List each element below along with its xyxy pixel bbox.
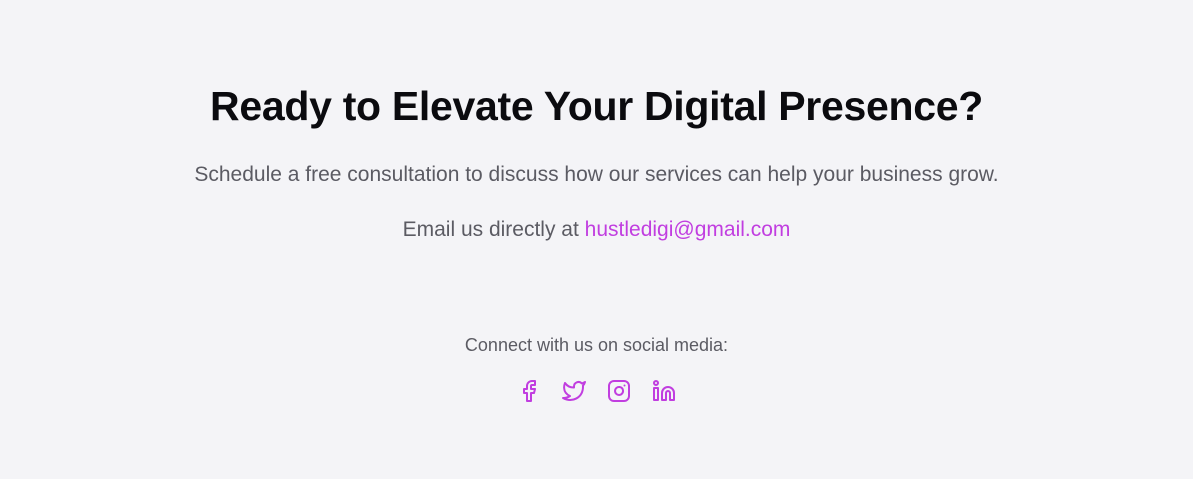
facebook-icon[interactable] [517,379,541,403]
twitter-icon[interactable] [562,379,586,403]
cta-subtitle: Schedule a free consultation to discuss … [194,163,999,186]
social-links [0,379,1193,403]
linkedin-icon[interactable] [652,379,676,403]
email-link[interactable]: hustledigi@gmail.com [585,218,791,241]
social-label: Connect with us on social media: [464,335,729,355]
email-line: Email us directly at hustledigi@gmail.co… [0,216,1193,244]
cta-title: Ready to Elevate Your Digital Presence? [210,83,983,129]
cta-section: Ready to Elevate Your Digital Presence? … [0,0,1193,479]
instagram-icon[interactable] [607,379,631,403]
email-prefix: Email us directly at [402,218,579,241]
